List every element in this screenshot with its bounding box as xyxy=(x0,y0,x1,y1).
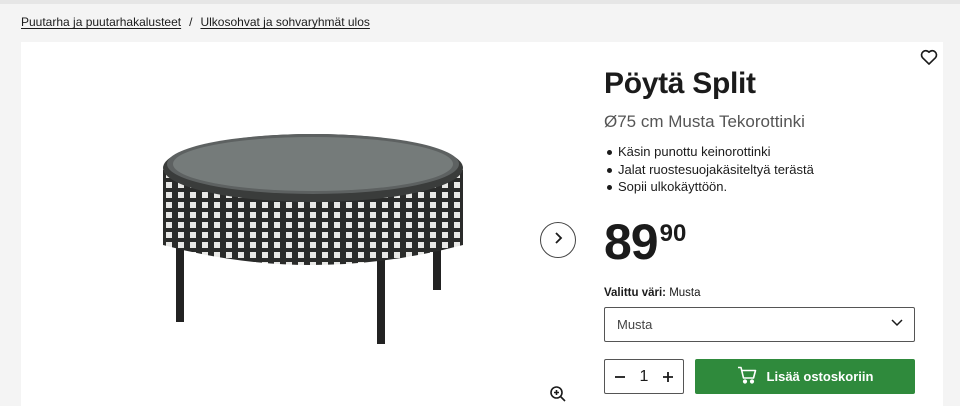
selected-color-value: Musta xyxy=(669,287,701,299)
color-select[interactable]: Musta xyxy=(604,307,915,342)
product-image xyxy=(151,120,471,370)
top-border xyxy=(0,0,960,4)
chevron-right-icon xyxy=(551,231,565,250)
price-cents: 90 xyxy=(659,220,687,247)
feature-item: Sopii ulkokäyttöön. xyxy=(604,178,814,196)
breadcrumb-link-sofas[interactable]: Ulkosohvat ja sohvaryhmät ulos xyxy=(200,15,369,29)
selected-color-label: Valittu väri: xyxy=(604,287,666,299)
product-price: 89 90 xyxy=(604,214,686,270)
zoom-in-icon[interactable] xyxy=(549,385,567,403)
feature-item: Käsin punottu keinorottinki xyxy=(604,143,814,161)
quantity-value[interactable]: 1 xyxy=(640,368,649,386)
add-to-cart-label: Lisää ostoskoriin xyxy=(766,369,874,384)
cart-icon xyxy=(737,366,757,387)
chevron-down-icon xyxy=(890,315,904,334)
minus-icon[interactable] xyxy=(611,368,629,386)
add-to-cart-button[interactable]: Lisää ostoskoriin xyxy=(695,359,915,394)
price-main: 89 xyxy=(604,214,659,270)
breadcrumb: Puutarha ja puutarhakalusteet / Ulkosohv… xyxy=(21,15,370,29)
plus-icon[interactable] xyxy=(659,368,677,386)
product-subtitle: Ø75 cm Musta Tekorottinki xyxy=(604,112,805,131)
color-select-value: Musta xyxy=(617,317,653,332)
selected-color: Valittu väri: Musta xyxy=(604,287,701,299)
product-card: Pöytä Split Ø75 cm Musta Tekorottinki Kä… xyxy=(21,42,943,406)
next-image-button[interactable] xyxy=(540,222,576,258)
product-features: Käsin punottu keinorottinki Jalat ruoste… xyxy=(604,143,814,196)
breadcrumb-link-garden[interactable]: Puutarha ja puutarhakalusteet xyxy=(21,15,181,29)
product-title: Pöytä Split xyxy=(604,67,756,100)
breadcrumb-separator: / xyxy=(189,15,193,29)
feature-item: Jalat ruostesuojakäsiteltyä terästä xyxy=(604,161,814,179)
quantity-stepper: 1 xyxy=(604,359,684,394)
heart-icon[interactable] xyxy=(919,47,939,67)
